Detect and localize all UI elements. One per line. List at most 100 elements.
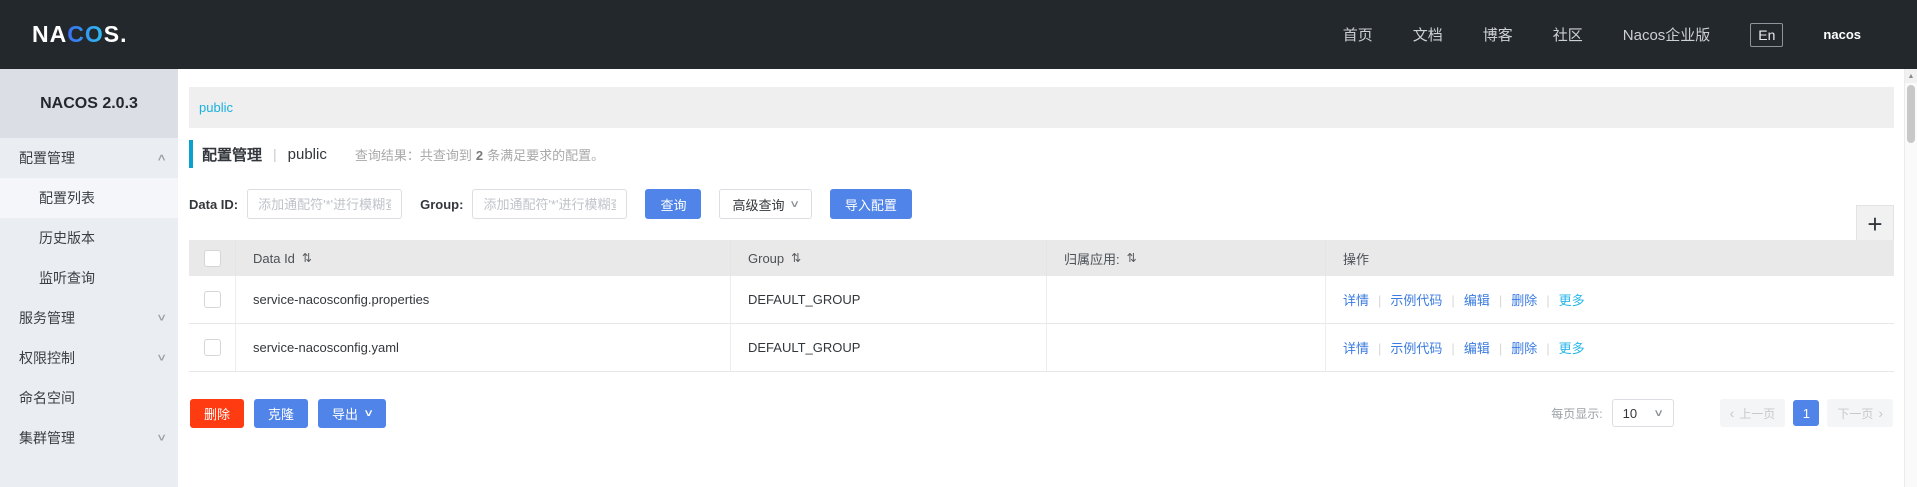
result-suffix: 条满足要求的配置。 (487, 148, 604, 163)
page-number-current[interactable]: 1 (1793, 400, 1819, 426)
page-size-select[interactable]: 10 ∨ (1612, 399, 1674, 427)
chevron-up-icon: ∧ (156, 153, 167, 164)
sidebar-item-listening-query[interactable]: 监听查询 (0, 258, 178, 298)
group-input[interactable] (472, 189, 627, 219)
sidebar-item-namespace[interactable]: 命名空间 (0, 378, 178, 418)
logo-dot: . (120, 21, 127, 48)
cell-group: DEFAULT_GROUP (731, 276, 1047, 323)
sidebar-version: NACOS 2.0.3 (0, 69, 178, 138)
import-config-button[interactable]: 导入配置 (830, 189, 912, 219)
nacos-logo[interactable]: NACOS. (32, 21, 127, 48)
sidebar-item-history-versions[interactable]: 历史版本 (0, 218, 178, 258)
next-page-button[interactable]: 下一页 › (1827, 399, 1893, 427)
chevron-down-icon: ∨ (363, 408, 374, 419)
user-menu[interactable]: nacos (1823, 27, 1861, 42)
title-namespace: public (288, 146, 327, 163)
namespace-tabbar: public (189, 87, 1894, 128)
cell-actions: 详情 示例代码 编辑 删除 更多 (1326, 276, 1894, 323)
plus-icon: + (1867, 211, 1882, 237)
sidebar-item-label: 配置管理 (19, 148, 75, 168)
chevron-down-icon: ∨ (156, 313, 167, 324)
advanced-query-button[interactable]: 高级查询 ∨ (719, 189, 811, 219)
chevron-right-icon: › (1878, 406, 1883, 420)
row-checkbox[interactable] (204, 339, 221, 356)
sample-code-link[interactable]: 示例代码 (1369, 290, 1442, 309)
advanced-query-label: 高级查询 (732, 195, 784, 214)
row-checkbox-cell (189, 324, 236, 371)
nav-link-docs[interactable]: 文档 (1413, 24, 1443, 45)
export-label: 导出 (332, 404, 358, 423)
namespace-tab-public[interactable]: public (199, 100, 233, 115)
page-size-value: 10 (1623, 406, 1637, 421)
sidebar-item-service-management[interactable]: 服务管理 ∨ (0, 298, 178, 338)
scroll-up-arrow-icon[interactable]: ▲ (1905, 69, 1917, 83)
delete-link[interactable]: 删除 (1490, 290, 1537, 309)
sidebar-item-label: 历史版本 (39, 228, 95, 248)
sidebar: NACOS 2.0.3 配置管理 ∧ 配置列表 历史版本 监听查询 服务管理 ∨… (0, 69, 178, 487)
sidebar-item-label: 权限控制 (19, 348, 75, 368)
config-table: Data Id ⇅ Group ⇅ 归属应用: ⇅ 操作 service-nac… (189, 240, 1894, 372)
row-checkbox[interactable] (204, 291, 221, 308)
scrollbar-thumb[interactable] (1907, 85, 1915, 143)
add-config-button[interactable]: + (1856, 205, 1894, 243)
header-checkbox-cell (189, 240, 236, 276)
pagination: 每页显示: 10 ∨ ‹ 上一页 1 下一页 › (1551, 399, 1893, 427)
header-group: Group ⇅ (731, 240, 1047, 276)
language-toggle[interactable]: En (1750, 23, 1783, 47)
delete-link[interactable]: 删除 (1490, 338, 1537, 357)
sidebar-item-label: 配置列表 (39, 188, 95, 208)
edit-link[interactable]: 编辑 (1442, 338, 1489, 357)
prev-page-button[interactable]: ‹ 上一页 (1720, 399, 1786, 427)
more-link[interactable]: 更多 (1537, 338, 1584, 357)
sidebar-item-config-management[interactable]: 配置管理 ∧ (0, 138, 178, 178)
result-count: 2 (476, 148, 483, 163)
sidebar-item-label: 监听查询 (39, 268, 95, 288)
export-button[interactable]: 导出 ∨ (318, 399, 386, 428)
nav-link-enterprise[interactable]: Nacos企业版 (1623, 24, 1711, 45)
chevron-down-icon: ∨ (790, 199, 801, 210)
detail-link[interactable]: 详情 (1343, 338, 1369, 357)
table-header-row: Data Id ⇅ Group ⇅ 归属应用: ⇅ 操作 (189, 240, 1894, 276)
sidebar-item-label: 集群管理 (19, 428, 75, 448)
row-checkbox-cell (189, 276, 236, 323)
sort-icon[interactable]: ⇅ (1127, 251, 1137, 265)
chevron-down-icon: ∨ (156, 353, 167, 364)
search-bar: Data ID: Group: 查询 高级查询 ∨ 导入配置 (189, 189, 912, 219)
edit-link[interactable]: 编辑 (1442, 290, 1489, 309)
bulk-delete-button[interactable]: 删除 (190, 399, 244, 428)
top-nav: NACOS. 首页 文档 博客 社区 Nacos企业版 En nacos (0, 0, 1917, 69)
data-id-input[interactable] (247, 189, 402, 219)
table-row: service-nacosconfig.yaml DEFAULT_GROUP 详… (189, 324, 1894, 372)
header-app-label: 归属应用: (1064, 249, 1120, 268)
query-result-text: 查询结果：共查询到2条满足要求的配置。 (355, 145, 604, 164)
nav-link-blog[interactable]: 博客 (1483, 24, 1513, 45)
query-button[interactable]: 查询 (645, 189, 701, 219)
sample-code-link[interactable]: 示例代码 (1369, 338, 1442, 357)
title-accent-bar (189, 140, 193, 168)
header-data-id: Data Id ⇅ (236, 240, 731, 276)
sidebar-item-label: 命名空间 (19, 388, 75, 408)
sidebar-item-config-list[interactable]: 配置列表 (0, 178, 178, 218)
data-id-label: Data ID: (189, 197, 238, 212)
sidebar-item-permission-control[interactable]: 权限控制 ∨ (0, 338, 178, 378)
select-all-checkbox[interactable] (204, 250, 221, 267)
detail-link[interactable]: 详情 (1343, 290, 1369, 309)
chevron-down-icon: ∨ (1653, 408, 1664, 419)
title-separator: | (273, 146, 277, 162)
nav-link-home[interactable]: 首页 (1343, 24, 1373, 45)
vertical-scrollbar: ▲ (1904, 69, 1917, 487)
sort-icon[interactable]: ⇅ (791, 251, 801, 265)
cell-data-id: service-nacosconfig.properties (236, 276, 731, 323)
clone-button[interactable]: 克隆 (254, 399, 308, 428)
nav-link-community[interactable]: 社区 (1553, 24, 1583, 45)
logo-text-end: S (104, 21, 120, 48)
more-link[interactable]: 更多 (1537, 290, 1584, 309)
prev-page-label: 上一页 (1739, 405, 1775, 422)
logo-text: NA (32, 21, 67, 48)
header-data-id-label: Data Id (253, 251, 295, 266)
sort-icon[interactable]: ⇅ (302, 251, 312, 265)
cell-group: DEFAULT_GROUP (731, 324, 1047, 371)
header-actions: 操作 (1326, 240, 1894, 276)
sidebar-item-cluster-management[interactable]: 集群管理 ∨ (0, 418, 178, 458)
logo-infinity-icon: CO (67, 21, 104, 48)
